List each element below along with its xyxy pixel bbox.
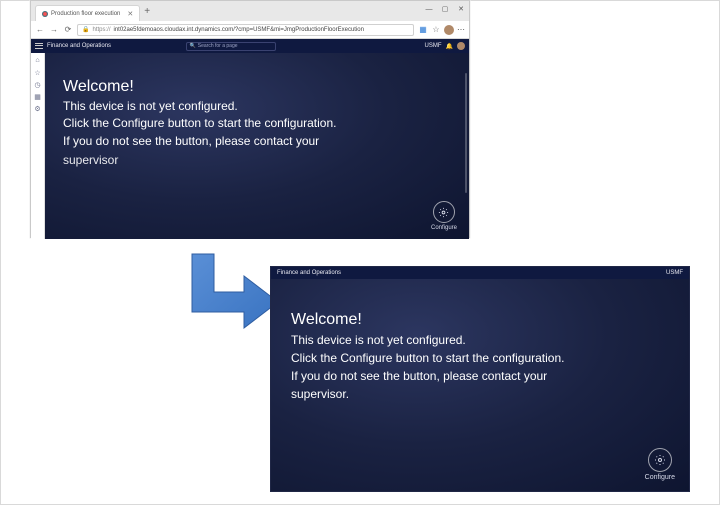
welcome-line-1: This device is not yet configured. [63, 98, 451, 115]
bell-icon[interactable]: 🔔 [446, 43, 453, 50]
forward-button[interactable]: → [49, 25, 59, 35]
lock-icon: 🔒 [82, 26, 89, 33]
home-icon[interactable]: ⌂ [34, 57, 41, 64]
app-topbar: Finance and Operations 🔍 Search for a pa… [31, 39, 469, 53]
tab-favicon-icon [42, 11, 48, 17]
close-icon[interactable]: ✕ [127, 10, 133, 18]
welcome-line-4-clipped: supervisor [63, 152, 451, 169]
url-text: int02ae5fdemoaos.cloudax.int.dynamics.co… [114, 27, 364, 33]
browser-tabbar: Production floor execution ✕ + — ▢ ✕ [31, 1, 469, 21]
gear-icon[interactable]: ⚙ [34, 105, 41, 112]
configure-label: Configure [431, 225, 457, 231]
url-prefix: https:// [92, 27, 110, 33]
welcome-screen: Welcome! This device is not yet configur… [45, 53, 469, 239]
maximize-button[interactable]: ▢ [437, 1, 453, 17]
transition-arrow-icon [172, 252, 282, 337]
welcome-line-1: This device is not yet configured. [291, 331, 671, 349]
welcome-title: Welcome! [291, 311, 671, 329]
left-nav-rail: ⌂ ☆ ◷ ▦ ⚙ [31, 53, 45, 239]
configure-label: Configure [645, 474, 675, 481]
search-icon: 🔍 [190, 43, 196, 49]
welcome-line-4: supervisor. [291, 385, 671, 403]
back-button[interactable]: ← [35, 25, 45, 35]
welcome-screen-fullscreen: Welcome! This device is not yet configur… [271, 279, 689, 491]
window-controls: — ▢ ✕ [421, 1, 469, 17]
url-input[interactable]: 🔒 https:// int02ae5fdemoaos.cloudax.int.… [77, 24, 414, 36]
search-input[interactable]: 🔍 Search for a page [186, 42, 276, 51]
welcome-line-2: Click the Configure button to start the … [291, 349, 671, 367]
new-tab-button[interactable]: + [144, 6, 150, 17]
browser-addressbar: ← → ⟳ 🔒 https:// int02ae5fdemoaos.clouda… [31, 21, 469, 39]
browser-tab[interactable]: Production floor execution ✕ [35, 5, 140, 21]
profile-avatar-icon[interactable] [444, 25, 454, 35]
gear-icon [648, 448, 672, 472]
browser-window: Production floor execution ✕ + — ▢ ✕ ← →… [30, 0, 470, 238]
company-code[interactable]: USMF [425, 43, 442, 49]
scrollbar[interactable] [465, 73, 467, 193]
welcome-title: Welcome! [63, 78, 451, 96]
minimize-button[interactable]: — [421, 1, 437, 17]
clock-icon[interactable]: ◷ [34, 81, 41, 88]
extensions-icon[interactable]: ▦ [418, 25, 428, 35]
star-icon[interactable]: ☆ [34, 69, 41, 76]
configure-button[interactable]: Configure [431, 201, 457, 231]
browser-menu-icon[interactable]: ⋯ [457, 25, 465, 34]
app-brand: Finance and Operations [47, 43, 111, 49]
app-topbar-fullscreen: Finance and Operations USMF [271, 267, 689, 279]
company-code[interactable]: USMF [666, 270, 683, 276]
grid-icon[interactable]: ▦ [34, 93, 41, 100]
search-placeholder: Search for a page [198, 43, 238, 49]
favorites-icon[interactable]: ☆ [431, 25, 441, 35]
tab-title: Production floor execution [51, 11, 120, 17]
fullscreen-window: Finance and Operations USMF Welcome! Thi… [270, 266, 690, 492]
welcome-line-2: Click the Configure button to start the … [63, 115, 451, 132]
app-area: Finance and Operations 🔍 Search for a pa… [31, 39, 469, 239]
close-window-button[interactable]: ✕ [453, 1, 469, 17]
user-avatar-icon[interactable] [457, 42, 465, 50]
hamburger-icon[interactable] [35, 42, 43, 50]
refresh-button[interactable]: ⟳ [63, 25, 73, 35]
configure-button[interactable]: Configure [645, 448, 675, 481]
app-brand: Finance and Operations [277, 270, 341, 276]
welcome-line-3: If you do not see the button, please con… [63, 133, 451, 150]
welcome-line-3: If you do not see the button, please con… [291, 367, 671, 385]
gear-icon [433, 201, 455, 223]
